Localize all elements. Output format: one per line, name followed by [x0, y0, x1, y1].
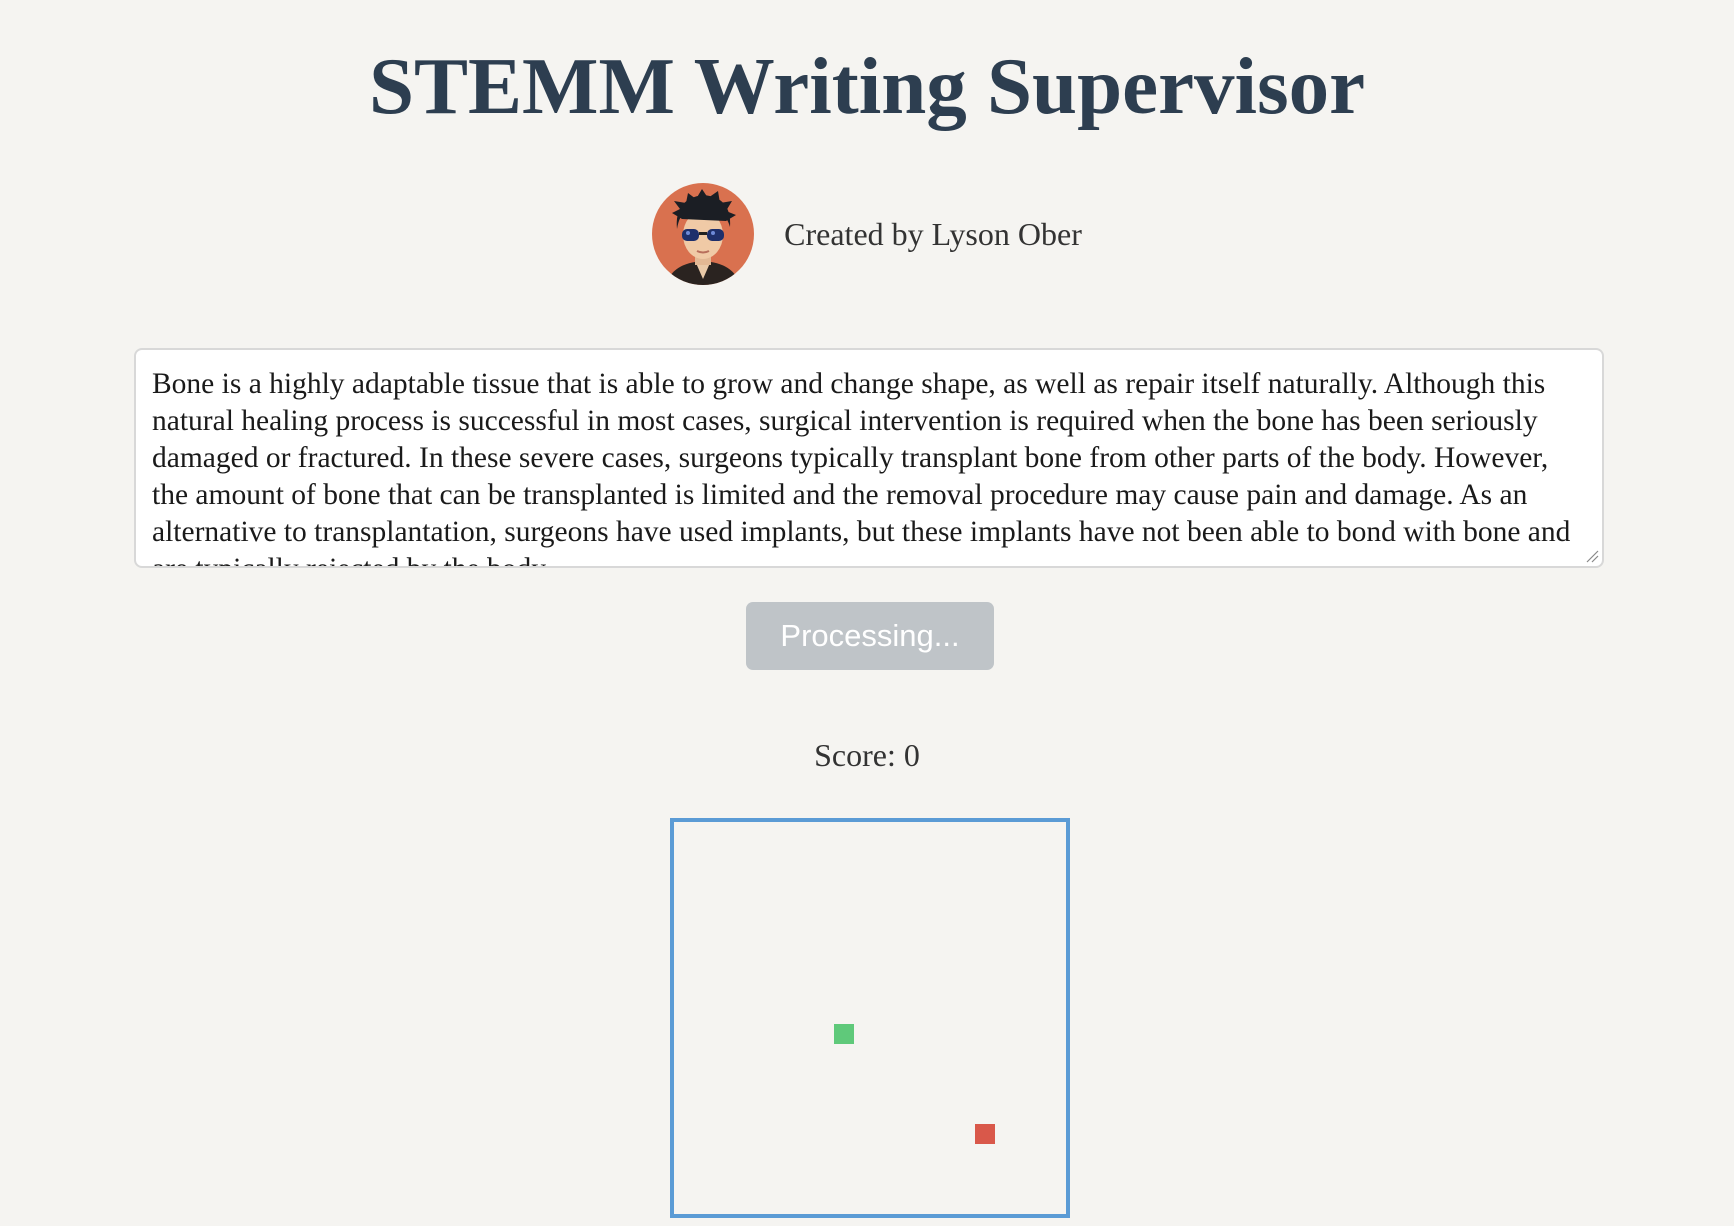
avatar — [652, 183, 755, 285]
score-label: Score: 0 — [814, 737, 920, 773]
avatar-image — [652, 183, 755, 285]
essay-text[interactable]: Bone is a highly adaptable tissue that i… — [152, 366, 1582, 566]
resize-handle-icon[interactable] — [1585, 549, 1599, 563]
snake-game-board[interactable] — [670, 818, 1070, 1218]
author-row: Created by Lyson Ober — [0, 183, 1734, 285]
snake-head — [834, 1024, 854, 1044]
food-item — [975, 1124, 995, 1144]
essay-textarea[interactable]: Bone is a highly adaptable tissue that i… — [134, 348, 1604, 568]
page-title: STEMM Writing Supervisor — [368, 41, 1366, 131]
author-credit: Created by Lyson Ober — [784, 215, 1082, 252]
submit-button[interactable]: Processing... — [746, 602, 994, 670]
